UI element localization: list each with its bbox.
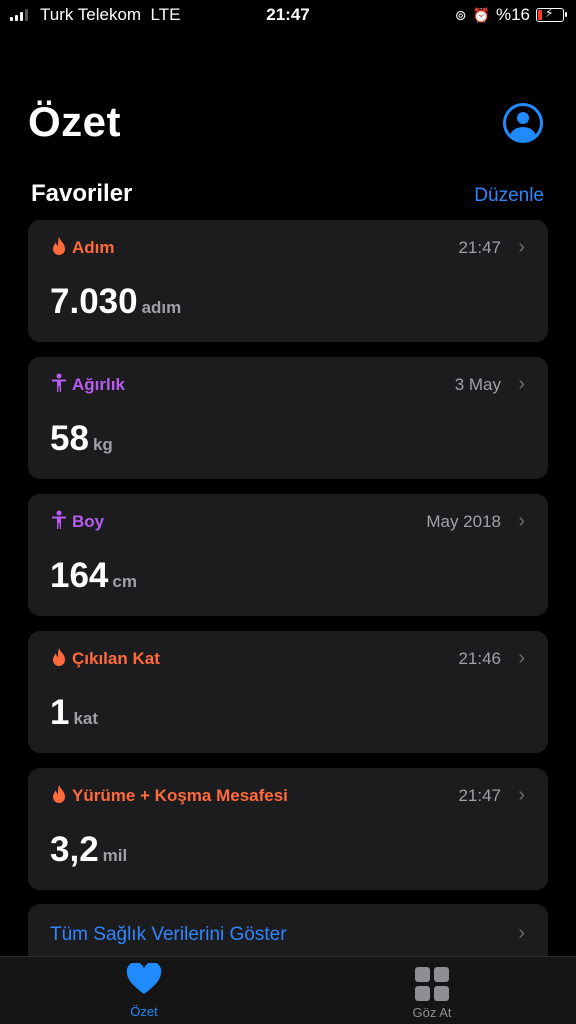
figure-icon bbox=[52, 373, 66, 392]
chevron-right-icon: › bbox=[518, 647, 525, 669]
favorite-card-steps[interactable]: Adım 21:47 › 7.030 adım bbox=[28, 220, 548, 342]
profile-avatar-icon[interactable] bbox=[503, 103, 543, 143]
tab-bar: Özet Göz At bbox=[0, 956, 576, 1024]
figure-icon bbox=[52, 510, 66, 529]
orientation-lock-icon: ⊚ bbox=[454, 6, 467, 23]
status-right: ⊚ ⏰ %16 ⚡ bbox=[454, 5, 567, 25]
card-value: 164 cm bbox=[50, 556, 137, 595]
card-timestamp: 21:47 bbox=[458, 238, 501, 257]
status-bar: Turk Telekom LTE 21:47 ⊚ ⏰ %16 ⚡ bbox=[0, 0, 576, 30]
battery-percent: %16 bbox=[495, 5, 530, 24]
favorites-title: Favoriler bbox=[31, 180, 133, 207]
card-value: 3,2 mil bbox=[50, 830, 128, 869]
card-label: Adım bbox=[72, 238, 115, 257]
health-summary-screen: Turk Telekom LTE 21:47 ⊚ ⏰ %16 ⚡ Özet Fa… bbox=[0, 0, 576, 1024]
tab-label: Özet bbox=[130, 1004, 158, 1019]
tab-browse[interactable]: Göz At bbox=[372, 963, 492, 1020]
heart-icon bbox=[126, 962, 162, 994]
favorite-card-walking-running-distance[interactable]: Yürüme + Koşma Mesafesi 21:47 › 3,2 mil bbox=[28, 768, 548, 890]
chevron-right-icon: › bbox=[518, 922, 525, 944]
card-timestamp: 3 May bbox=[454, 375, 501, 394]
tab-summary[interactable]: Özet bbox=[84, 962, 204, 1019]
tab-label: Göz At bbox=[412, 1005, 452, 1020]
card-value: 7.030 adım bbox=[50, 282, 182, 321]
card-label: Boy bbox=[72, 512, 105, 531]
card-label: Çıkılan Kat bbox=[72, 649, 160, 668]
flame-icon bbox=[53, 237, 65, 255]
card-label: Yürüme + Koşma Mesafesi bbox=[72, 786, 288, 805]
card-timestamp: 21:47 bbox=[458, 786, 501, 805]
card-timestamp: 21:46 bbox=[458, 649, 501, 668]
flame-icon bbox=[53, 785, 65, 803]
flame-icon bbox=[53, 648, 65, 666]
chevron-right-icon: › bbox=[518, 784, 525, 806]
card-value: 1 kat bbox=[50, 693, 99, 732]
edit-favorites-button[interactable]: Düzenle bbox=[474, 185, 544, 207]
page-title: Özet bbox=[28, 98, 122, 145]
favorite-card-flights-climbed[interactable]: Çıkılan Kat 21:46 › 1 kat bbox=[28, 631, 548, 753]
battery-icon: ⚡ bbox=[536, 6, 567, 22]
chevron-right-icon: › bbox=[518, 236, 525, 258]
card-timestamp: May 2018 bbox=[426, 512, 501, 531]
grid-icon bbox=[415, 967, 449, 1001]
card-value: 58 kg bbox=[50, 419, 113, 458]
card-label: Ağırlık bbox=[72, 375, 125, 394]
chevron-right-icon: › bbox=[518, 373, 525, 395]
chevron-right-icon: › bbox=[518, 510, 525, 532]
favorite-card-weight[interactable]: Ağırlık 3 May › 58 kg bbox=[28, 357, 548, 479]
show-all-label: Tüm Sağlık Verilerini Göster bbox=[50, 924, 287, 945]
alarm-icon: ⏰ bbox=[472, 6, 490, 23]
favorite-card-height[interactable]: Boy May 2018 › 164 cm bbox=[28, 494, 548, 616]
show-all-health-data-button[interactable]: Tüm Sağlık Verilerini Göster › bbox=[28, 904, 548, 964]
